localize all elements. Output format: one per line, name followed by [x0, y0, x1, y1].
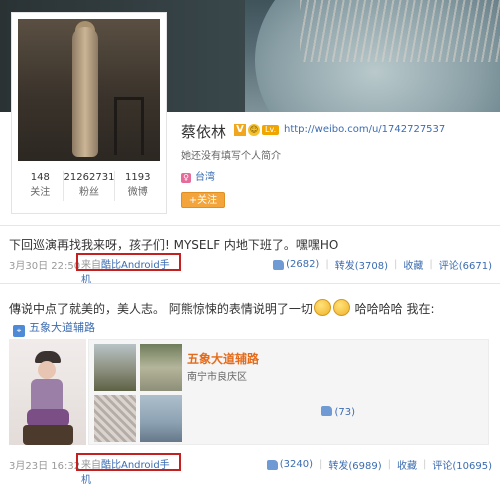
smile-icon[interactable]: ☺: [248, 124, 260, 136]
thumbs-up-icon[interactable]: [273, 259, 285, 270]
post-2-favorite[interactable]: 收藏: [397, 457, 417, 472]
post-2-photo[interactable]: [9, 339, 86, 445]
location-pin-icon: ⌖: [13, 325, 25, 337]
location-photo-grid: [94, 344, 182, 442]
post-2-location-link[interactable]: ⌖ 五象大道辅路: [13, 319, 95, 337]
level-icon[interactable]: Lv.: [262, 125, 280, 135]
post-2-text: 傳说中点了就美的，美人志。 阿熊惊悚的表情说明了一切 哈哈哈哈 我在:: [9, 299, 435, 317]
post-2-actions: (3240) | 转发(6989) | 收藏 | 评论(10695): [266, 457, 492, 472]
post-1-source-highlight: 来自酷比Android手机: [76, 253, 181, 286]
gender-female-icon: ♀: [181, 173, 191, 183]
profile-name: 蔡依林: [181, 123, 227, 141]
thumbs-up-icon: [321, 406, 333, 416]
verified-v-icon[interactable]: V: [234, 124, 246, 136]
thumbs-up-icon[interactable]: [266, 459, 278, 470]
profile-url[interactable]: http://weibo.com/u/1742727537: [284, 124, 445, 135]
post-2-source-prefix: 来自: [81, 460, 101, 471]
follow-button[interactable]: +关注: [181, 192, 225, 208]
post-2-location-card[interactable]: 五象大道辅路 南宁市良庆区 (73): [88, 339, 489, 445]
stat-followers-count: 21262731: [63, 172, 115, 183]
avatar[interactable]: [18, 19, 160, 161]
stat-followers-label: 粉丝: [79, 187, 99, 198]
location-link[interactable]: 台湾: [195, 172, 215, 183]
divider: [0, 225, 500, 226]
stat-following-count: 148: [30, 172, 50, 183]
divider: [0, 283, 500, 284]
profile-header: 148 关注 21262731 粉丝 1193 微博 蔡依林 V ☺ Lv. h…: [0, 0, 500, 214]
stat-posts-label: 微博: [127, 187, 148, 198]
post-1-repost[interactable]: 转发(3708): [335, 257, 388, 272]
post-1-like[interactable]: (2682): [286, 259, 319, 270]
avatar-card: 148 关注 21262731 粉丝 1193 微博: [11, 12, 167, 214]
location-card-address: 南宁市良庆区: [187, 372, 247, 383]
post-1-date[interactable]: 3月30日 22:50: [9, 257, 80, 272]
post-1-source: 来自酷比Android手机: [78, 255, 179, 286]
stat-posts[interactable]: 1193 微博: [114, 171, 160, 201]
post-1-comment[interactable]: 评论(6671): [439, 257, 492, 272]
profile-stats: 148 关注 21262731 粉丝 1193 微博: [18, 171, 160, 201]
post-2-text-main: 傳说中点了就美的，美人志。 阿熊惊悚的表情说明了一切: [9, 302, 313, 316]
location-card-like-count: (73): [334, 407, 355, 418]
stat-following-label: 关注: [30, 187, 51, 198]
stat-followers[interactable]: 21262731 粉丝: [62, 171, 115, 201]
post-2-like[interactable]: (3240): [280, 459, 313, 470]
stat-following[interactable]: 148 关注: [18, 171, 63, 201]
post-2-comment[interactable]: 评论(10695): [432, 457, 492, 472]
post-2-text-tail: 哈哈哈哈 我在:: [354, 302, 435, 316]
location-card-like[interactable]: (73): [321, 406, 355, 418]
location-photo[interactable]: [140, 344, 182, 391]
post-2-source: 来自酷比Android手机: [78, 455, 179, 486]
stat-posts-count: 1193: [125, 172, 151, 183]
location-photo[interactable]: [140, 395, 182, 442]
profile-location: ♀ 台湾: [181, 168, 215, 183]
post-1-source-prefix: 来自: [81, 260, 101, 271]
post-2-location-label: 五象大道辅路: [29, 321, 95, 334]
post-1-text: 下回巡演再找我来呀，孩子们! MYSELF 内地下班了。嘿嘿HO: [9, 238, 339, 252]
emoji-icon: [313, 299, 331, 316]
post-1-actions: (2682) | 转发(3708) | 收藏 | 评论(6671): [273, 257, 492, 272]
location-photo[interactable]: [94, 395, 136, 442]
post-2-date[interactable]: 3月23日 16:32: [9, 457, 80, 472]
profile-intro: 她还没有填写个人简介: [181, 151, 281, 162]
location-card-title[interactable]: 五象大道辅路: [187, 350, 259, 367]
emoji-icon: [332, 299, 350, 316]
location-photo[interactable]: [94, 344, 136, 391]
post-2-source-highlight: 来自酷比Android手机: [76, 453, 181, 486]
post-2-repost[interactable]: 转发(6989): [328, 457, 381, 472]
post-1-favorite[interactable]: 收藏: [403, 257, 423, 272]
